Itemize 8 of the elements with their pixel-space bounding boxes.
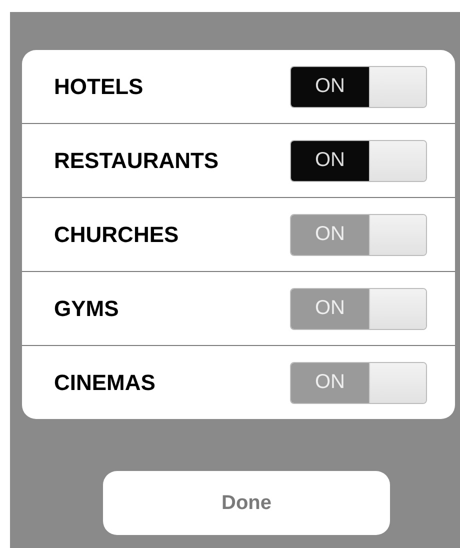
row-label: RESTAURANTS [54, 148, 219, 174]
row-label: GYMS [54, 296, 119, 322]
row-label: CHURCHES [54, 222, 179, 248]
toggle-switch[interactable]: ON [290, 66, 427, 108]
done-button[interactable]: Done [103, 471, 390, 535]
toggle-switch[interactable]: ON [290, 140, 427, 182]
row-label: HOTELS [54, 74, 144, 100]
row-label: CINEMAS [54, 370, 156, 396]
